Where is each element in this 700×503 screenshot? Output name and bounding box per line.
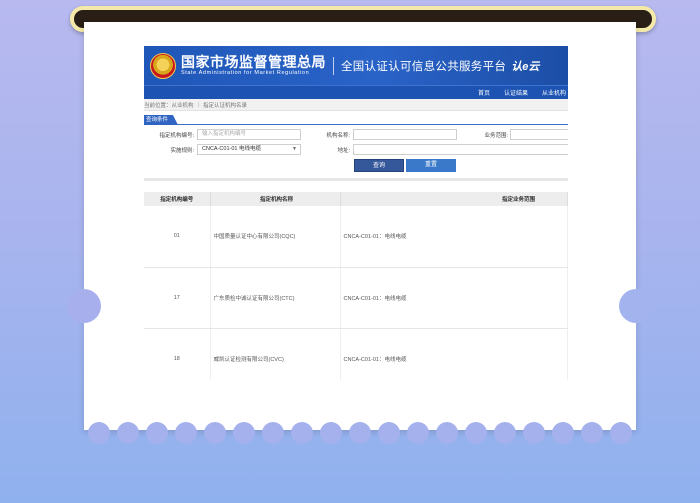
agency-brand: 国家市场监督管理总局 State Administration for Mark… — [181, 55, 326, 77]
cell-code: 18 — [144, 328, 211, 380]
col-header-code: 指定机构编号 — [144, 192, 211, 206]
filter-tab: 查询条件 — [144, 115, 178, 125]
breadcrumb-page: 指定认证机构名录 — [202, 102, 247, 109]
nav-item-results[interactable]: 认证结果 — [504, 88, 528, 97]
cell-name[interactable]: 广东质检中诚认证有限公司(CTC) — [210, 267, 341, 329]
rule-select-value: CNCA-C01-01 电线电缆 — [202, 146, 261, 152]
rule-label: 实施规则: — [170, 148, 194, 154]
query-button[interactable]: 查询 — [354, 159, 404, 172]
paper-notch-right — [619, 289, 653, 323]
site-header: 国家市场监督管理总局 State Administration for Mark… — [144, 46, 568, 85]
section-divider — [144, 178, 568, 181]
cell-name[interactable]: 中国质量认证中心有限公司(CQC) — [210, 206, 341, 268]
table-row[interactable]: 17 广东质检中诚认证有限公司(CTC) CNCA-C01-01：电线电缆 — [144, 267, 568, 329]
table-row[interactable]: 18 威凯认证检测有限公司(CVC) CNCA-C01-01：电线电缆 — [144, 328, 568, 380]
paper-scalloped-edge — [84, 420, 636, 444]
reset-button[interactable]: 重置 — [406, 159, 456, 172]
cell-code: 01 — [144, 206, 211, 268]
scope-input[interactable] — [510, 129, 568, 140]
webpage-screenshot: 国家市场监督管理总局 State Administration for Mark… — [144, 46, 568, 380]
table-header-row: 指定机构编号 指定机构名称 指定业务范围 — [144, 192, 568, 206]
code-label: 指定机构编号: — [159, 133, 194, 139]
header-divider — [333, 56, 334, 75]
breadcrumb-current[interactable]: 当前位置：从业机构 — [144, 101, 194, 109]
national-emblem-icon — [150, 52, 176, 79]
table-row[interactable]: 01 中国质量认证中心有限公司(CQC) CNCA-C01-01：电线电缆 — [144, 206, 568, 268]
nav-item-institutions[interactable]: 从业机构 — [542, 88, 566, 97]
results-table: 指定机构编号 指定机构名称 指定业务范围 01 中国质量认证中心有限公司(CQC… — [144, 192, 568, 380]
top-nav: 首页 认证结果 从业机构 — [144, 85, 568, 99]
col-header-scope: 指定业务范围 — [340, 192, 568, 206]
agency-name-cn: 国家市场监督管理总局 — [181, 53, 326, 70]
filter-header: 查询条件 — [144, 111, 568, 125]
platform-logo: 认e云 — [511, 60, 540, 73]
agency-name-en: State Administration for Market Regulati… — [181, 69, 310, 76]
cell-scope: CNCA-C01-01：电线电缆 — [340, 267, 568, 329]
chevron-down-icon: ▼ — [292, 146, 297, 152]
scope-label: 业务范围: — [484, 133, 508, 139]
platform-title: 全国认证认可信息公共服务平台 — [341, 60, 507, 73]
name-label: 机构名称: — [326, 133, 350, 139]
rule-select[interactable]: CNCA-C01-01 电线电缆 ▼ — [197, 144, 301, 155]
cell-scope: CNCA-C01-01：电线电缆 — [340, 328, 568, 380]
cell-name[interactable]: 威凯认证检测有限公司(CVC) — [210, 328, 341, 380]
address-label: 地址: — [337, 148, 350, 154]
nav-item-home[interactable]: 首页 — [478, 88, 490, 97]
cell-code: 17 — [144, 267, 211, 329]
search-form: 指定机构编号: 输入指定机构编号 机构名称: 业务范围: 实施规则: CNCA-… — [144, 125, 568, 173]
name-input[interactable] — [353, 129, 457, 140]
code-input[interactable]: 输入指定机构编号 — [197, 129, 301, 140]
paper-notch-left — [67, 289, 101, 323]
breadcrumb: 当前位置：从业机构 | 指定认证机构名录 — [144, 99, 568, 111]
address-input[interactable] — [353, 144, 568, 155]
cell-scope: CNCA-C01-01：电线电缆 — [340, 206, 568, 268]
col-header-name: 指定机构名称 — [210, 192, 341, 206]
